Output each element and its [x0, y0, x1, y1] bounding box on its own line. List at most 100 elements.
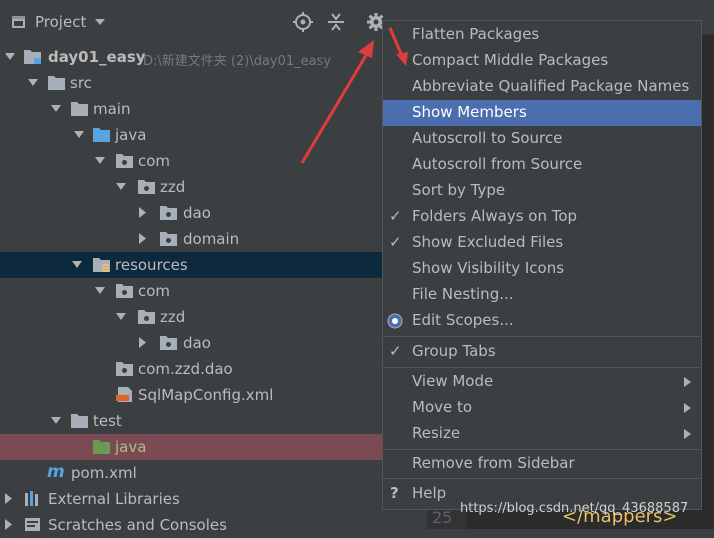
tree-row-pom[interactable]: m pom.xml [0, 460, 382, 486]
tree-row-label: pom.xml [71, 464, 137, 482]
menu-item-file-nesting[interactable]: File Nesting... [383, 282, 701, 308]
menu-item-remove-from-sidebar[interactable]: Remove from Sidebar [383, 451, 701, 477]
tree-row-src[interactable]: src [0, 70, 382, 96]
menu-item-label: Flatten Packages [412, 25, 540, 43]
menu-item-label: Help [412, 484, 447, 502]
menu-item-show-visibility-icons[interactable]: Show Visibility Icons [383, 256, 701, 282]
chevron-down-icon[interactable] [28, 79, 38, 87]
tree-row-label: domain [183, 230, 240, 248]
menu-item-view-mode[interactable]: View Mode [383, 369, 701, 395]
menu-item-move-to[interactable]: Move to [383, 395, 701, 421]
folder-icon [71, 414, 88, 428]
menu-item-show-excluded-files[interactable]: ✓ Show Excluded Files [383, 230, 701, 256]
checkmark-icon: ✓ [389, 342, 402, 360]
test-source-folder-icon [93, 440, 110, 454]
package-icon [116, 154, 133, 168]
tree-row-com-resources[interactable]: com [0, 278, 382, 304]
tree-row-java-sources[interactable]: java [0, 122, 382, 148]
menu-item-label: Show Excluded Files [412, 233, 564, 251]
tree-row-label: java [115, 126, 147, 144]
menu-item-autoscroll-to-source[interactable]: Autoscroll to Source [383, 126, 701, 152]
project-folder-icon [12, 16, 25, 28]
menu-separator [383, 478, 701, 479]
menu-item-flatten-packages[interactable]: Flatten Packages [383, 22, 701, 48]
menu-item-abbreviate-package-names[interactable]: Abbreviate Qualified Package Names [383, 74, 701, 100]
tree-row-label: com.zzd.dao [138, 360, 233, 378]
tree-row-zzd[interactable]: zzd [0, 174, 382, 200]
chevron-down-icon[interactable] [51, 417, 61, 425]
toolwindow-title[interactable]: Project [35, 13, 86, 31]
tree-row-main[interactable]: main [0, 96, 382, 122]
menu-item-group-tabs[interactable]: ✓ Group Tabs [383, 339, 701, 365]
help-icon: ? [390, 484, 399, 502]
menu-item-autoscroll-from-source[interactable]: Autoscroll from Source [383, 152, 701, 178]
tree-row-resources[interactable]: resources [0, 252, 382, 278]
menu-item-resize[interactable]: Resize [383, 421, 701, 447]
tree-row-label: zzd [160, 308, 186, 326]
chevron-down-icon[interactable] [116, 183, 126, 191]
menu-item-show-members[interactable]: Show Members [383, 100, 701, 126]
chevron-down-icon[interactable] [95, 19, 105, 26]
package-icon [116, 284, 133, 298]
tree-row-zzd-resources[interactable]: zzd [0, 304, 382, 330]
menu-separator [383, 449, 701, 450]
chevron-right-icon[interactable] [139, 337, 147, 348]
tree-row-external-libraries[interactable]: External Libraries [0, 486, 382, 512]
tree-row-domain[interactable]: domain [0, 226, 382, 252]
tree-row-label: zzd [160, 178, 186, 196]
crosshair-icon[interactable] [293, 12, 313, 32]
checkmark-icon: ✓ [389, 207, 402, 225]
menu-item-sort-by-type[interactable]: Sort by Type [383, 178, 701, 204]
tree-row-label: com [138, 282, 171, 300]
project-toolwindow-header: Project [0, 0, 385, 45]
chevron-down-icon[interactable] [51, 105, 61, 113]
chevron-down-icon[interactable] [116, 313, 126, 321]
folder-icon [71, 102, 88, 116]
tree-row-scratches[interactable]: Scratches and Consoles [0, 512, 382, 538]
module-folder-icon [24, 50, 41, 64]
tree-row-sqlmapconfig[interactable]: SqlMapConfig.xml [0, 382, 382, 408]
menu-item-compact-middle-packages[interactable]: Compact Middle Packages [383, 48, 701, 74]
menu-item-label: Autoscroll to Source [412, 129, 563, 147]
project-tree: day01_easy D:\新建文件夹 (2)\day01_easy src m… [0, 44, 382, 534]
tree-row-label: dao [183, 334, 211, 352]
tree-row-com-zzd-dao[interactable]: com.zzd.dao [0, 356, 382, 382]
chevron-down-icon[interactable] [5, 53, 15, 61]
menu-item-edit-scopes[interactable]: Edit Scopes... [383, 308, 701, 334]
tree-row-com[interactable]: com [0, 148, 382, 174]
folder-icon [48, 76, 65, 90]
tree-row-dao-resources[interactable]: dao [0, 330, 382, 356]
library-icon [25, 491, 38, 506]
project-path: D:\新建文件夹 (2)\day01_easy [143, 54, 332, 69]
tree-row-label: src [70, 74, 92, 92]
menu-item-label: Edit Scopes... [412, 311, 514, 329]
project-options-menu: Flatten Packages Compact Middle Packages… [382, 20, 702, 510]
menu-separator [383, 336, 701, 337]
chevron-down-icon[interactable] [74, 131, 84, 139]
chevron-down-icon[interactable] [95, 287, 105, 295]
tree-row-label: test [93, 412, 122, 430]
submenu-arrow-icon [684, 403, 691, 413]
chevron-right-icon[interactable] [5, 493, 13, 504]
resources-folder-icon [93, 258, 110, 272]
chevron-down-icon[interactable] [95, 157, 105, 165]
chevron-right-icon[interactable] [5, 519, 13, 530]
tree-row-label: dao [183, 204, 211, 222]
package-icon [138, 180, 155, 194]
tree-row-project-root[interactable]: day01_easy D:\新建文件夹 (2)\day01_easy [0, 44, 382, 70]
chevron-right-icon[interactable] [139, 233, 147, 244]
menu-item-label: Sort by Type [412, 181, 506, 199]
chevron-right-icon[interactable] [139, 207, 147, 218]
tree-row-label: SqlMapConfig.xml [138, 386, 274, 404]
collapse-all-icon[interactable] [326, 12, 346, 32]
package-icon [116, 362, 133, 376]
xml-file-icon [116, 387, 132, 402]
tree-row-java-test[interactable]: java [0, 434, 382, 460]
tree-row-dao[interactable]: dao [0, 200, 382, 226]
menu-item-label: View Mode [412, 372, 494, 390]
menu-item-folders-always-on-top[interactable]: ✓ Folders Always on Top [383, 204, 701, 230]
chevron-down-icon[interactable] [72, 261, 82, 269]
tree-row-label: External Libraries [48, 490, 180, 508]
tree-row-test[interactable]: test [0, 408, 382, 434]
tree-row-label: main [93, 100, 131, 118]
